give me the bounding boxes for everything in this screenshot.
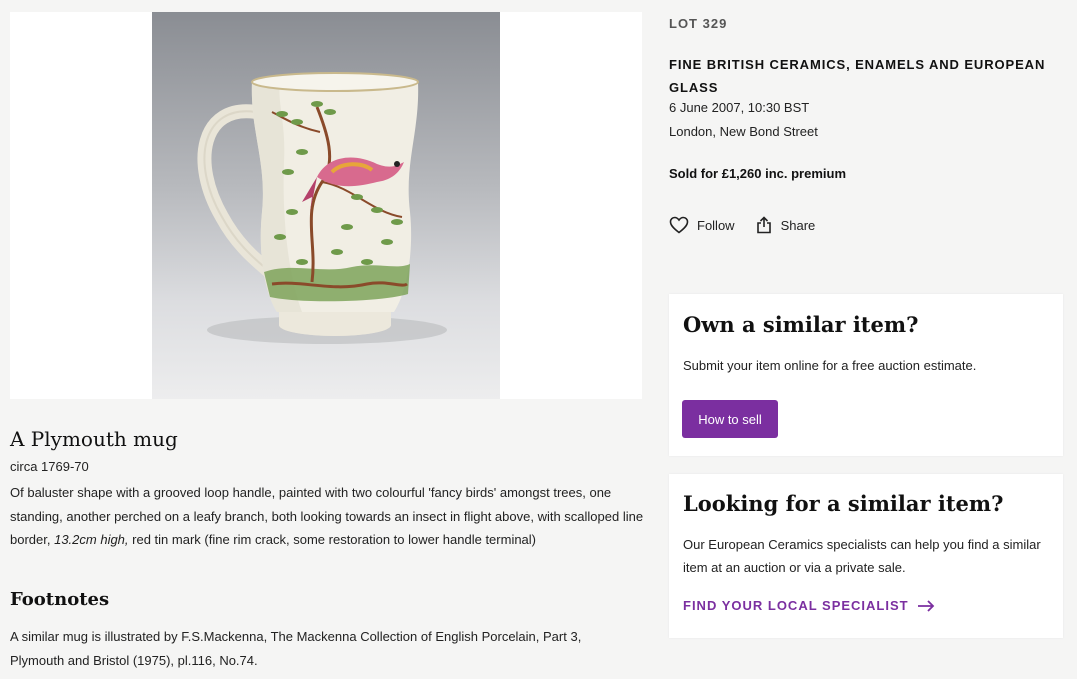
sale-title[interactable]: FINE BRITISH CERAMICS, ENAMELS AND EUROP…	[669, 53, 1049, 99]
follow-label: Follow	[697, 217, 735, 233]
lot-image-panel[interactable]	[10, 12, 642, 399]
plymouth-mug-image	[197, 72, 447, 344]
share-button[interactable]: Share	[755, 216, 816, 234]
lot-number: LOT 329	[669, 16, 728, 31]
lot-photo[interactable]	[152, 12, 500, 399]
own-similar-item-card: Own a similar item? Submit your item onl…	[669, 294, 1063, 456]
own-card-text: Submit your item online for a free aucti…	[683, 358, 977, 373]
own-card-title: Own a similar item?	[683, 312, 919, 337]
sale-date: 6 June 2007, 10:30 BST	[669, 100, 810, 115]
lot-date: circa 1769-70	[10, 459, 89, 474]
lot-title: A Plymouth mug	[10, 427, 178, 451]
share-icon	[756, 216, 771, 234]
lot-actions: Follow Share	[669, 216, 815, 234]
lot-dimensions: 13.2cm high,	[54, 532, 129, 547]
how-to-sell-button[interactable]: How to sell	[682, 400, 778, 438]
arrow-right-icon	[917, 599, 934, 612]
sale-location: London, New Bond Street	[669, 124, 818, 139]
share-label: Share	[780, 217, 816, 233]
follow-button[interactable]: Follow	[669, 216, 735, 234]
lot-description: Of baluster shape with a grooved loop ha…	[10, 481, 650, 552]
sold-price: Sold for £1,260 inc. premium	[669, 166, 846, 181]
look-card-title: Looking for a similar item?	[683, 491, 1004, 516]
looking-similar-item-card: Looking for a similar item? Our European…	[669, 474, 1063, 638]
lot-description-condition: red tin mark (fine rim crack, some resto…	[128, 532, 537, 547]
find-specialist-label: FIND YOUR LOCAL SPECIALIST	[683, 598, 909, 613]
footnote-text: A similar mug is illustrated by F.S.Mack…	[10, 629, 582, 668]
heart-icon	[669, 216, 689, 234]
find-local-specialist-link[interactable]: FIND YOUR LOCAL SPECIALIST	[683, 598, 935, 613]
look-card-text: Our European Ceramics specialists can he…	[683, 537, 1041, 575]
footnotes-heading: Footnotes	[10, 589, 110, 610]
